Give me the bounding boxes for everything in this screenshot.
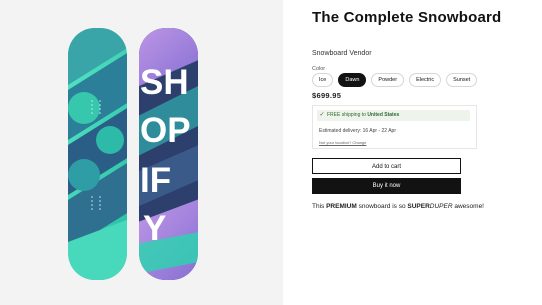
shipping-box: ✓ FREE shipping to United States Estimate… bbox=[312, 105, 477, 149]
variant-option-ice[interactable]: Ice bbox=[312, 73, 334, 87]
description-duper: DUPER bbox=[429, 203, 453, 210]
product-image[interactable]: SH OP IF Y bbox=[0, 0, 283, 305]
variant-picker: Ice Dawn Powder Electric Sunset bbox=[312, 73, 478, 87]
description-premium: PREMIUM bbox=[326, 203, 357, 210]
product-page: SH OP IF Y The Complete Snowboard Snowbo… bbox=[0, 0, 542, 305]
check-icon: ✓ bbox=[319, 112, 325, 118]
variant-option-powder[interactable]: Powder bbox=[371, 73, 405, 87]
shipping-destination: United States bbox=[367, 112, 400, 118]
board-letters-4: Y bbox=[143, 209, 166, 248]
estimated-delivery: Estimated delivery: 16 Apr - 22 Apr bbox=[319, 128, 396, 134]
board-letters-2: OP bbox=[140, 111, 191, 150]
variant-option-electric[interactable]: Electric bbox=[409, 73, 442, 87]
product-vendor: Snowboard Vendor bbox=[312, 50, 372, 57]
board-letters-3: IF bbox=[140, 161, 171, 200]
product-media: SH OP IF Y bbox=[0, 0, 283, 305]
buy-now-button[interactable]: Buy it now bbox=[312, 178, 461, 194]
description-prefix: This bbox=[312, 203, 327, 210]
free-shipping-banner: ✓ FREE shipping to United States bbox=[317, 110, 470, 121]
add-to-cart-button[interactable]: Add to cart bbox=[312, 158, 461, 174]
product-description: This PREMIUM snowboard is so SUPERDUPER … bbox=[312, 203, 484, 210]
description-suffix: awesome! bbox=[452, 203, 484, 210]
variant-option-dawn[interactable]: Dawn bbox=[338, 73, 367, 87]
snowboard-base bbox=[68, 28, 127, 280]
variant-option-sunset[interactable]: Sunset bbox=[446, 73, 478, 87]
change-location-link[interactable]: Not your location? Change bbox=[319, 140, 366, 145]
snowboard-top: SH OP IF Y bbox=[139, 28, 198, 280]
board-letters-1: SH bbox=[140, 63, 189, 102]
free-shipping-text: FREE shipping to bbox=[327, 112, 368, 118]
description-super: SUPER bbox=[407, 203, 430, 210]
product-title: The Complete Snowboard bbox=[312, 9, 502, 26]
product-price: $699.95 bbox=[312, 91, 342, 100]
variant-label: Color bbox=[312, 66, 326, 72]
description-middle: snowboard is so bbox=[356, 203, 408, 210]
